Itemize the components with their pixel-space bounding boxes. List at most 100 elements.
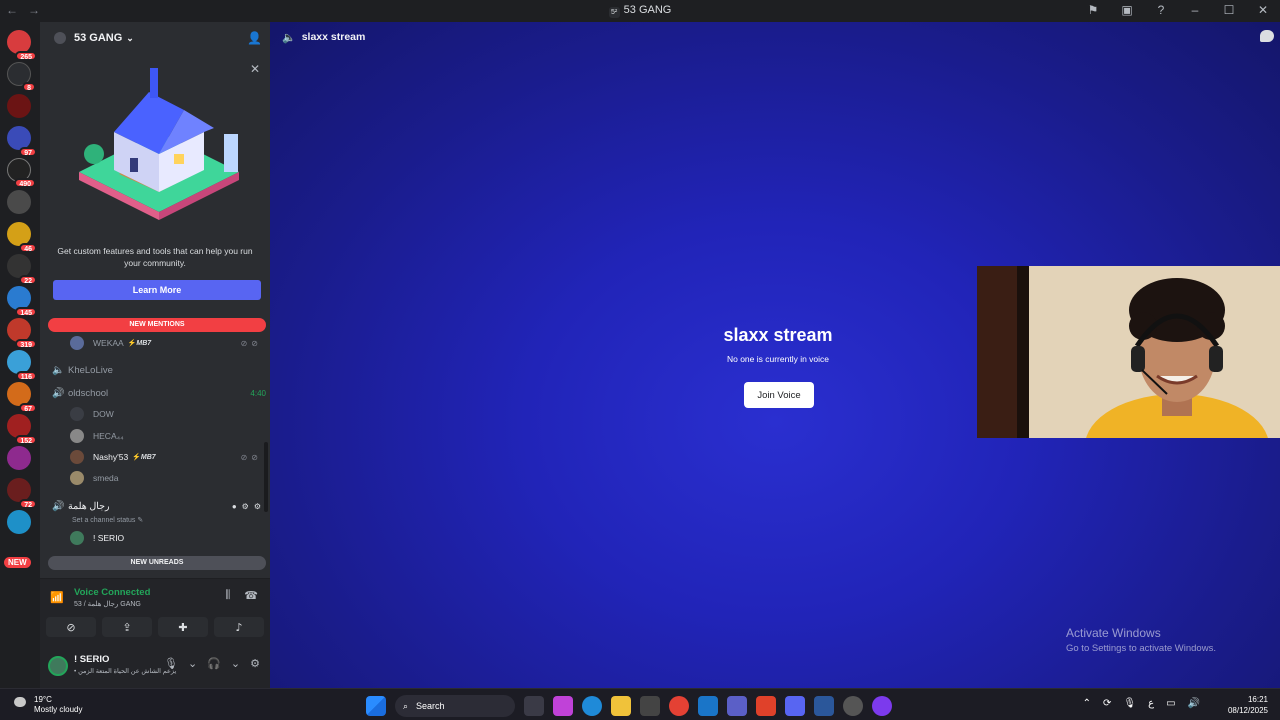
- chrome-icon[interactable]: [669, 696, 689, 716]
- teams-icon[interactable]: [727, 696, 747, 716]
- chat-bubble-icon[interactable]: [1260, 30, 1274, 42]
- windows-start-icon[interactable]: [366, 696, 386, 716]
- set-channel-status[interactable]: Set a channel status ✎: [72, 516, 143, 524]
- new-mentions-pill[interactable]: NEW MENTIONS: [48, 318, 266, 332]
- guild-header[interactable]: 53 GANG ⌄ 👤: [40, 22, 270, 54]
- signal-icon[interactable]: 📶: [50, 591, 64, 604]
- server-badge: 72: [19, 499, 37, 509]
- settings-gear-icon[interactable]: ⚙: [250, 657, 260, 670]
- help-icon[interactable]: ?: [1154, 3, 1168, 17]
- avatar[interactable]: [48, 656, 68, 676]
- copilot-icon[interactable]: [553, 696, 573, 716]
- sidebar-scrollbar[interactable]: [264, 442, 268, 512]
- server-icon-7[interactable]: 46: [7, 222, 37, 253]
- voice-user-name: DOW: [93, 409, 114, 419]
- weather-desc: Mostly cloudy: [34, 705, 83, 714]
- language-indicator[interactable]: ع: [1148, 698, 1154, 709]
- voice-user[interactable]: Nashy'53 ⚡MB7 ⊘⊘: [70, 448, 262, 466]
- voice-buttons: ⊘ ⇪ ✚ ♪: [46, 617, 264, 637]
- server-icon-10[interactable]: 319: [7, 318, 37, 349]
- word-icon[interactable]: [814, 696, 834, 716]
- bolt-icon: ⚡: [132, 454, 141, 461]
- server-icon-12[interactable]: 67: [7, 382, 37, 413]
- server-icon-13[interactable]: 152: [7, 414, 37, 445]
- voice-connected-panel: 📶 Voice Connected 53 / رجال هلمة GANG ⫼ …: [40, 578, 270, 644]
- microphone-icon[interactable]: 🎙: [164, 657, 178, 670]
- voice-channel-arabic[interactable]: 🔊 رجال هلمة ●⚙⚙: [48, 496, 266, 516]
- invite-people-icon[interactable]: 👤: [247, 31, 262, 45]
- screen-share-button[interactable]: ⇪: [102, 617, 152, 637]
- chevron-down-icon[interactable]: ⌄: [188, 657, 197, 670]
- server-icon-3[interactable]: [7, 94, 31, 118]
- noise-suppression-icon[interactable]: ⫼: [225, 589, 230, 602]
- server-icon-6[interactable]: [7, 190, 31, 214]
- soundboard-button[interactable]: ♪: [214, 617, 264, 637]
- close-icon[interactable]: ✕: [250, 62, 260, 76]
- muted-deafened-icons: ⊘⊘: [240, 338, 262, 348]
- server-icon-14[interactable]: [7, 446, 31, 470]
- role-tag: ⚡MB7: [128, 339, 152, 347]
- voice-user[interactable]: ! SERIO: [70, 529, 262, 547]
- discord-icon[interactable]: [785, 696, 805, 716]
- search-label: Search: [416, 701, 445, 711]
- close-icon[interactable]: ✕: [1256, 3, 1270, 17]
- outlook-icon[interactable]: [698, 696, 718, 716]
- network-icon[interactable]: ▭: [1166, 698, 1175, 709]
- maximize-icon[interactable]: ☐: [1222, 3, 1236, 17]
- headphones-icon[interactable]: 🎧: [207, 657, 221, 670]
- voice-channel-kheloLive[interactable]: 🔈 KheLoLive: [48, 360, 266, 380]
- task-view-icon[interactable]: [524, 696, 544, 716]
- edge-icon[interactable]: [582, 696, 602, 716]
- search-icon: ⌕: [403, 700, 409, 711]
- voice-user[interactable]: WEKAA ⚡MB7 ⊘⊘: [70, 334, 262, 352]
- screen-icon[interactable]: ▣: [1120, 3, 1134, 17]
- activities-button[interactable]: ✚: [158, 617, 208, 637]
- server-icon-16[interactable]: [7, 510, 31, 534]
- store-icon[interactable]: [640, 696, 660, 716]
- brave-icon[interactable]: [756, 696, 776, 716]
- camera-off-button[interactable]: ⊘: [46, 617, 96, 637]
- voice-channel-oldschool[interactable]: 🔊 oldschool 4:40: [48, 383, 266, 403]
- chevron-down-icon[interactable]: ⌄: [231, 657, 240, 670]
- volume-icon[interactable]: 🔊: [1188, 698, 1200, 709]
- voice-connected-subtitle[interactable]: 53 / رجال هلمة GANG: [74, 600, 141, 608]
- server-icon-15[interactable]: 72: [7, 478, 37, 509]
- user-controls: 🎙 ⌄ 🎧 ⌄ ⚙: [164, 657, 260, 670]
- server-icon-5[interactable]: 490: [7, 158, 36, 188]
- voice-user[interactable]: DOW: [70, 405, 262, 423]
- channel-title: slaxx stream: [301, 31, 366, 43]
- weather-widget[interactable]: 19°C Mostly cloudy: [14, 695, 82, 715]
- server-icon-9[interactable]: 145: [7, 286, 37, 317]
- minimize-icon[interactable]: –: [1188, 3, 1202, 17]
- server-badge: 145: [15, 307, 37, 317]
- avatar: [70, 471, 84, 485]
- server-icon-8[interactable]: 22: [7, 254, 37, 285]
- avatar: [70, 336, 84, 350]
- channel-status-text: Set a channel status: [72, 517, 136, 524]
- sync-icon[interactable]: ⟳: [1103, 698, 1111, 709]
- file-explorer-icon[interactable]: [611, 696, 631, 716]
- voice-user[interactable]: HECA₄₄: [70, 427, 262, 445]
- taskbar-search[interactable]: ⌕ Search: [395, 695, 515, 717]
- server-icon-2[interactable]: 8: [7, 62, 36, 92]
- microphone-icon[interactable]: 🎙: [1123, 698, 1136, 709]
- join-voice-button[interactable]: Join Voice: [744, 382, 814, 408]
- learn-more-button[interactable]: Learn More: [53, 280, 261, 300]
- muted-deafened-icons: ⊘⊘: [240, 452, 262, 462]
- inbox-flag-icon[interactable]: ⚑: [1086, 3, 1100, 17]
- user-name[interactable]: ! SERIO: [74, 654, 109, 665]
- app-icon[interactable]: [843, 696, 863, 716]
- voice-connected-title[interactable]: Voice Connected: [74, 587, 150, 598]
- webcam-overlay: [977, 266, 1280, 438]
- new-unreads-pill[interactable]: NEW UNREADS: [48, 556, 266, 570]
- server-icon-11[interactable]: 116: [7, 350, 37, 381]
- channel-action-icons[interactable]: ●⚙⚙: [232, 502, 266, 511]
- new-servers-pill[interactable]: NEW: [4, 557, 31, 568]
- disconnect-icon[interactable]: ☎: [244, 589, 258, 602]
- server-icon-1[interactable]: 265: [7, 30, 37, 61]
- server-icon-4[interactable]: 97: [7, 126, 37, 157]
- voice-user[interactable]: smeda: [70, 469, 262, 487]
- app-icon[interactable]: [872, 696, 892, 716]
- chevron-up-icon[interactable]: ⌃: [1083, 698, 1091, 709]
- system-clock[interactable]: 16:21 08/12/2025: [1228, 694, 1268, 716]
